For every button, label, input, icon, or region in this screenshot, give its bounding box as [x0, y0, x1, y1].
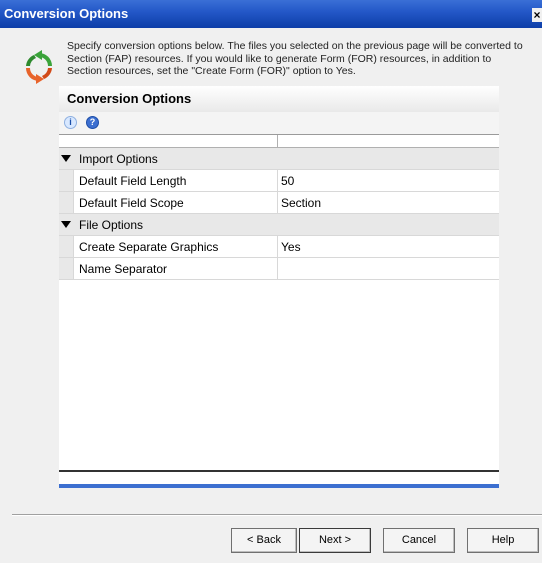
property-row[interactable]: Create Separate Graphics Yes — [59, 236, 499, 258]
title-bar: Conversion Options × — [0, 0, 542, 28]
grid-header — [59, 135, 499, 148]
next-button[interactable]: Next > — [299, 528, 371, 553]
help-button[interactable]: Help — [467, 528, 539, 553]
category-file-options[interactable]: File Options — [59, 214, 499, 236]
property-value[interactable]: Yes — [281, 240, 301, 254]
help-icon[interactable]: ? — [86, 116, 99, 129]
convert-arrows-icon — [26, 50, 52, 84]
category-label: Import Options — [79, 152, 158, 166]
panel-toolbar: i ? — [59, 112, 499, 134]
cancel-button[interactable]: Cancel — [383, 528, 455, 553]
window-title: Conversion Options — [4, 6, 129, 21]
property-name: Name Separator — [79, 262, 168, 276]
property-row[interactable]: Default Field Scope Section — [59, 192, 499, 214]
footer-divider — [12, 514, 542, 516]
description-text: Specify conversion options below. The fi… — [67, 40, 523, 77]
property-row[interactable]: Default Field Length 50 — [59, 170, 499, 192]
close-button[interactable]: × — [532, 8, 542, 22]
property-value[interactable]: 50 — [281, 174, 294, 188]
property-name: Create Separate Graphics — [79, 240, 219, 254]
category-import-options[interactable]: Import Options — [59, 148, 499, 170]
conversion-options-panel: Conversion Options i ? Import Options De… — [59, 86, 499, 488]
property-row[interactable]: Name Separator — [59, 258, 499, 280]
panel-title: Conversion Options — [67, 91, 192, 106]
property-name: Default Field Scope — [79, 196, 184, 210]
accent-bar — [59, 484, 499, 488]
grid-description-area — [59, 470, 499, 488]
category-label: File Options — [79, 218, 144, 232]
back-button[interactable]: < Back — [231, 528, 297, 553]
collapse-triangle-icon[interactable] — [61, 221, 71, 228]
collapse-triangle-icon[interactable] — [61, 155, 71, 162]
info-icon[interactable]: i — [64, 116, 77, 129]
property-name: Default Field Length — [79, 174, 187, 188]
property-value[interactable]: Section — [281, 196, 321, 210]
property-grid: Import Options Default Field Length 50 D… — [59, 134, 499, 471]
panel-header: Conversion Options — [59, 86, 499, 112]
